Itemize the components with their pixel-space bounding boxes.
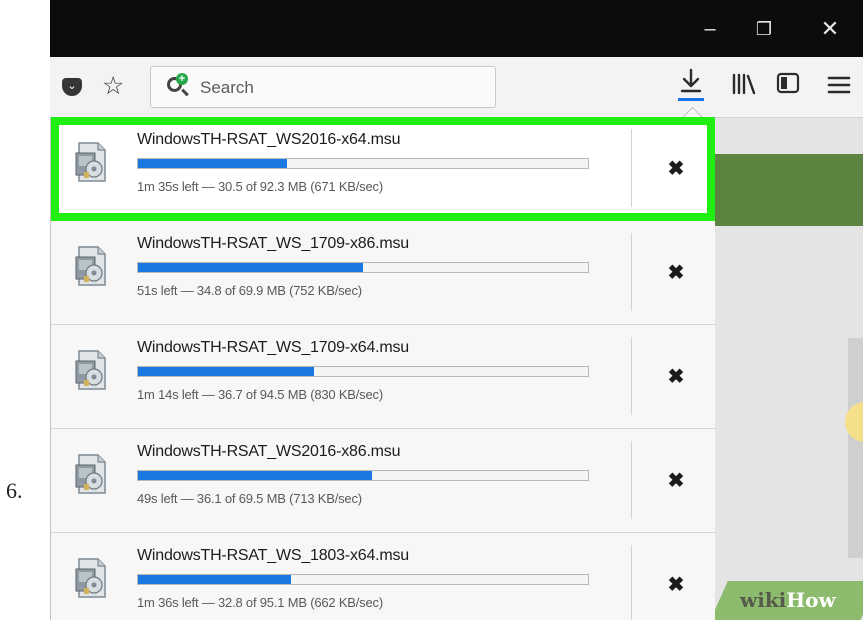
download-filename: WindowsTH-RSAT_WS2016-x86.msu (137, 443, 401, 460)
download-status: 49s left — 36.1 of 69.5 MB (713 KB/sec) (137, 491, 362, 506)
page-header-bar: ▲ (714, 154, 863, 226)
download-progress-fill (138, 575, 291, 584)
library-icon[interactable] (730, 70, 758, 98)
download-progress-fill (138, 159, 287, 168)
page-scrollbar[interactable] (848, 338, 863, 558)
sidebar-icon[interactable] (776, 72, 800, 94)
download-progress-fill (138, 367, 314, 376)
download-status: 1m 36s left — 32.8 of 95.1 MB (662 KB/se… (137, 595, 383, 610)
downloads-button[interactable] (669, 62, 713, 112)
search-placeholder: Search (200, 78, 254, 97)
download-item[interactable]: WindowsTH-RSAT_WS_1709-x64.msu 1m 14s lef… (51, 325, 715, 429)
item-divider (631, 337, 632, 415)
download-filename: WindowsTH-RSAT_WS_1709-x86.msu (137, 235, 410, 252)
downloads-panel: WindowsTH-RSAT_WS2016-x64.msu 1m 35s left… (50, 117, 715, 620)
minimize-button[interactable]: – (690, 15, 730, 43)
item-divider (631, 545, 632, 620)
watermark-logo: wikiHow (740, 588, 836, 612)
item-divider (631, 441, 632, 519)
add-search-engine-icon: + (176, 73, 188, 85)
item-divider (631, 129, 632, 207)
browser-screenshot: – ❐ ✕ ⌄ ☆ + Search wikiHow WindowsTH-RSA… (50, 0, 863, 620)
download-progress-indicator (678, 98, 704, 101)
cancel-download-button[interactable]: ✖ (651, 253, 701, 293)
download-status: 51s left — 34.8 of 69.9 MB (752 KB/sec) (137, 283, 362, 298)
star-icon[interactable]: ☆ (102, 71, 124, 101)
download-status: 1m 35s left — 30.5 of 92.3 MB (671 KB/se… (137, 179, 383, 194)
download-filename: WindowsTH-RSAT_WS_1803-x64.msu (137, 547, 410, 564)
msu-file-icon (75, 350, 106, 390)
title-bar: – ❐ ✕ (50, 0, 863, 57)
browser-toolbar: ⌄ ☆ + Search (50, 57, 863, 118)
download-item[interactable]: WindowsTH-RSAT_WS_1709-x86.msu 51s left —… (51, 221, 715, 325)
cancel-download-button[interactable]: ✖ (651, 461, 701, 501)
download-progress-bar (137, 366, 589, 377)
download-progress-fill (138, 471, 372, 480)
item-divider (631, 233, 632, 311)
cancel-download-button[interactable]: ✖ (651, 357, 701, 397)
close-window-button[interactable]: ✕ (810, 15, 850, 43)
msu-file-icon (75, 142, 106, 182)
download-arrow-icon (680, 68, 702, 93)
download-status: 1m 14s left — 36.7 of 94.5 MB (830 KB/se… (137, 387, 383, 402)
pocket-icon[interactable]: ⌄ (62, 78, 82, 96)
cancel-download-button[interactable]: ✖ (651, 565, 701, 605)
download-progress-bar (137, 470, 589, 481)
msu-file-icon (75, 454, 106, 494)
download-item[interactable]: WindowsTH-RSAT_WS_1803-x64.msu 1m 36s lef… (51, 533, 715, 620)
search-input[interactable]: + Search (150, 66, 496, 108)
step-number: 6. (6, 478, 23, 503)
download-progress-bar (137, 574, 589, 585)
download-progress-bar (137, 158, 589, 169)
download-progress-bar (137, 262, 589, 273)
download-filename: WindowsTH-RSAT_WS2016-x64.msu (137, 131, 401, 148)
msu-file-icon (75, 558, 106, 598)
download-filename: WindowsTH-RSAT_WS_1709-x64.msu (137, 339, 410, 356)
download-progress-fill (138, 263, 363, 272)
cancel-download-button[interactable]: ✖ (651, 149, 701, 189)
restore-button[interactable]: ❐ (744, 15, 784, 43)
hamburger-menu-icon[interactable] (824, 70, 854, 100)
download-item[interactable]: WindowsTH-RSAT_WS2016-x86.msu 49s left — … (51, 429, 715, 533)
msu-file-icon (75, 246, 106, 286)
download-item[interactable]: WindowsTH-RSAT_WS2016-x64.msu 1m 35s left… (51, 117, 715, 221)
